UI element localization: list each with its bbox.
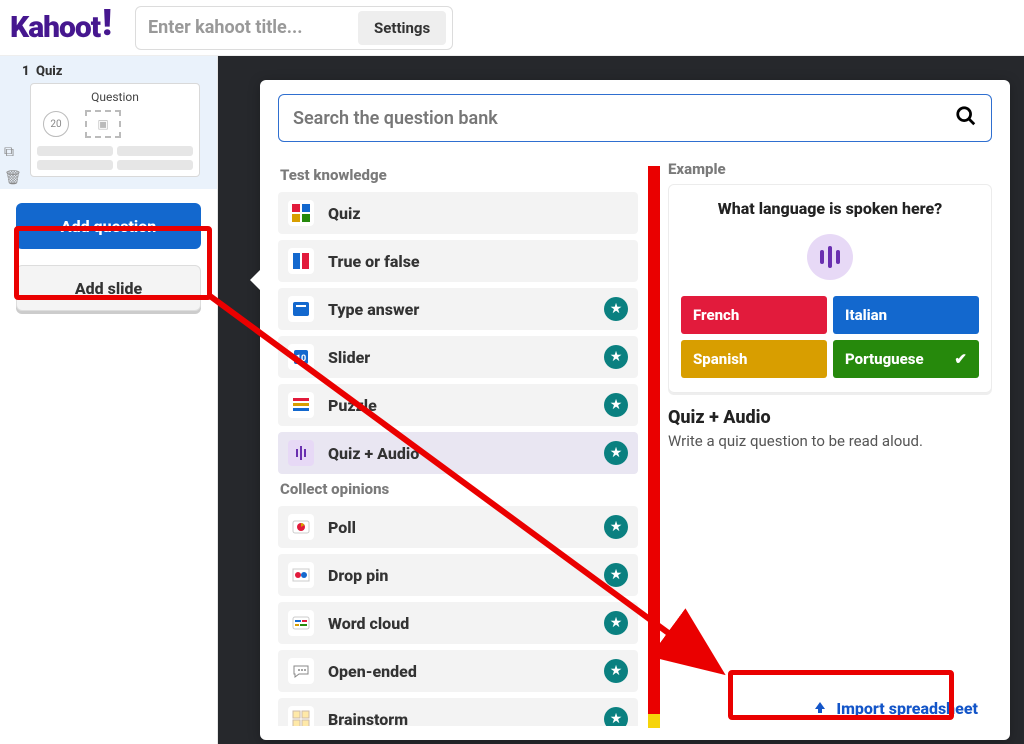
- example-answers: French Italian Spanish Portuguese✔: [681, 296, 979, 378]
- question-type-preview: Example What language is spoken here? Fr…: [668, 160, 992, 726]
- premium-star-icon: ★: [604, 659, 628, 683]
- qtype-label: Quiz: [328, 204, 361, 223]
- puzzle-icon: [288, 392, 314, 418]
- qtype-poll[interactable]: Poll ★: [278, 506, 638, 548]
- question-type-list: Test knowledge Quiz True or false: [278, 160, 638, 726]
- top-bar: Kahoot! Settings: [0, 0, 1024, 56]
- checkmark-icon: ✔: [954, 350, 967, 368]
- import-spreadsheet-link[interactable]: Import spreadsheet: [798, 691, 992, 726]
- slide-thumbnail[interactable]: Question 20 ▣: [30, 83, 200, 177]
- qtype-quiz-audio[interactable]: Quiz + Audio ★: [278, 432, 638, 474]
- kahoot-logo: Kahoot!: [10, 10, 111, 45]
- qtype-quiz[interactable]: Quiz: [278, 192, 638, 234]
- word-cloud-icon: [288, 610, 314, 636]
- qtype-label: Type answer: [328, 300, 419, 319]
- thumb-image-placeholder-icon: ▣: [85, 110, 121, 138]
- sidebar-actions: Add question Add slide: [0, 189, 217, 325]
- poll-icon: [288, 514, 314, 540]
- quiz-audio-icon: [288, 440, 314, 466]
- qtype-type-answer[interactable]: Type answer ★: [278, 288, 638, 330]
- add-slide-button[interactable]: Add slide: [16, 265, 201, 311]
- qtype-label: Drop pin: [328, 566, 388, 585]
- qtype-label: Open-ended: [328, 662, 417, 681]
- answer-option: Italian: [833, 296, 979, 334]
- brainstorm-icon: [288, 706, 314, 726]
- logo-bang-icon: !: [102, 10, 111, 36]
- premium-star-icon: ★: [604, 515, 628, 539]
- qtype-label: Word cloud: [328, 614, 409, 633]
- premium-star-icon: ★: [604, 611, 628, 635]
- group-test-knowledge: Test knowledge: [280, 166, 638, 184]
- search-icon[interactable]: [955, 105, 977, 132]
- slider-icon: 10: [288, 344, 314, 370]
- premium-star-icon: ★: [604, 563, 628, 587]
- qtype-label: Slider: [328, 348, 370, 367]
- delete-slide-icon[interactable]: 🗑: [4, 170, 22, 186]
- kahoot-title-input[interactable]: [148, 17, 358, 38]
- qtype-label: Quiz + Audio: [328, 444, 419, 463]
- add-question-button[interactable]: Add question: [16, 203, 201, 249]
- slide-header: 1 Quiz: [8, 64, 209, 79]
- open-ended-icon: [288, 658, 314, 684]
- qtype-word-cloud[interactable]: Word cloud ★: [278, 602, 638, 644]
- slide-type: Quiz: [36, 64, 62, 79]
- group-collect-opinions: Collect opinions: [280, 480, 638, 498]
- qtype-drop-pin[interactable]: Drop pin ★: [278, 554, 638, 596]
- search-box[interactable]: [278, 94, 992, 142]
- upload-icon: [812, 701, 828, 717]
- premium-star-icon: ★: [604, 297, 628, 321]
- qtype-puzzle[interactable]: Puzzle ★: [278, 384, 638, 426]
- slide-thumbnail-area: 1 Quiz Question 20 ▣ ⧉ 🗑: [0, 56, 217, 189]
- answer-option: French: [681, 296, 827, 334]
- premium-star-icon: ★: [604, 707, 628, 726]
- example-card: What language is spoken here? French Ita…: [668, 184, 992, 393]
- search-input[interactable]: [293, 108, 955, 129]
- thumb-answer-bars: [37, 146, 193, 156]
- answer-option: Spanish: [681, 340, 827, 378]
- audio-wave-icon: [807, 234, 853, 280]
- premium-star-icon: ★: [604, 345, 628, 369]
- preview-description: Write a quiz question to be read aloud.: [668, 432, 992, 450]
- example-label: Example: [668, 160, 992, 178]
- answer-option-correct: Portuguese✔: [833, 340, 979, 378]
- qtype-brainstorm[interactable]: Brainstorm ★: [278, 698, 638, 726]
- true-false-icon: [288, 248, 314, 274]
- example-question: What language is spoken here?: [681, 199, 979, 218]
- qtype-true-false[interactable]: True or false: [278, 240, 638, 282]
- qtype-open-ended[interactable]: Open-ended ★: [278, 650, 638, 692]
- premium-star-icon: ★: [604, 441, 628, 465]
- qtype-slider[interactable]: 10 Slider ★: [278, 336, 638, 378]
- thumb-time-limit: 20: [43, 111, 69, 137]
- logo-text: Kahoot: [10, 10, 100, 45]
- import-label: Import spreadsheet: [836, 699, 978, 718]
- qtype-label: Puzzle: [328, 396, 377, 415]
- question-type-panel: Test knowledge Quiz True or false: [260, 80, 1010, 740]
- qtype-label: True or false: [328, 252, 420, 271]
- drop-pin-icon: [288, 562, 314, 588]
- premium-star-icon: ★: [604, 393, 628, 417]
- quiz-icon: [288, 200, 314, 226]
- duplicate-slide-icon[interactable]: ⧉: [4, 144, 22, 160]
- thumb-question-label: Question: [37, 90, 193, 104]
- qtype-label: Poll: [328, 518, 356, 537]
- title-group[interactable]: Settings: [135, 6, 453, 50]
- slide-index: 1: [22, 64, 30, 79]
- settings-button[interactable]: Settings: [358, 11, 446, 45]
- preview-title: Quiz + Audio: [668, 407, 992, 428]
- type-answer-icon: [288, 296, 314, 322]
- svg-text:10: 10: [296, 354, 306, 364]
- qtype-label: Brainstorm: [328, 710, 408, 727]
- sidebar: 1 Quiz Question 20 ▣ ⧉ 🗑 A: [0, 56, 218, 744]
